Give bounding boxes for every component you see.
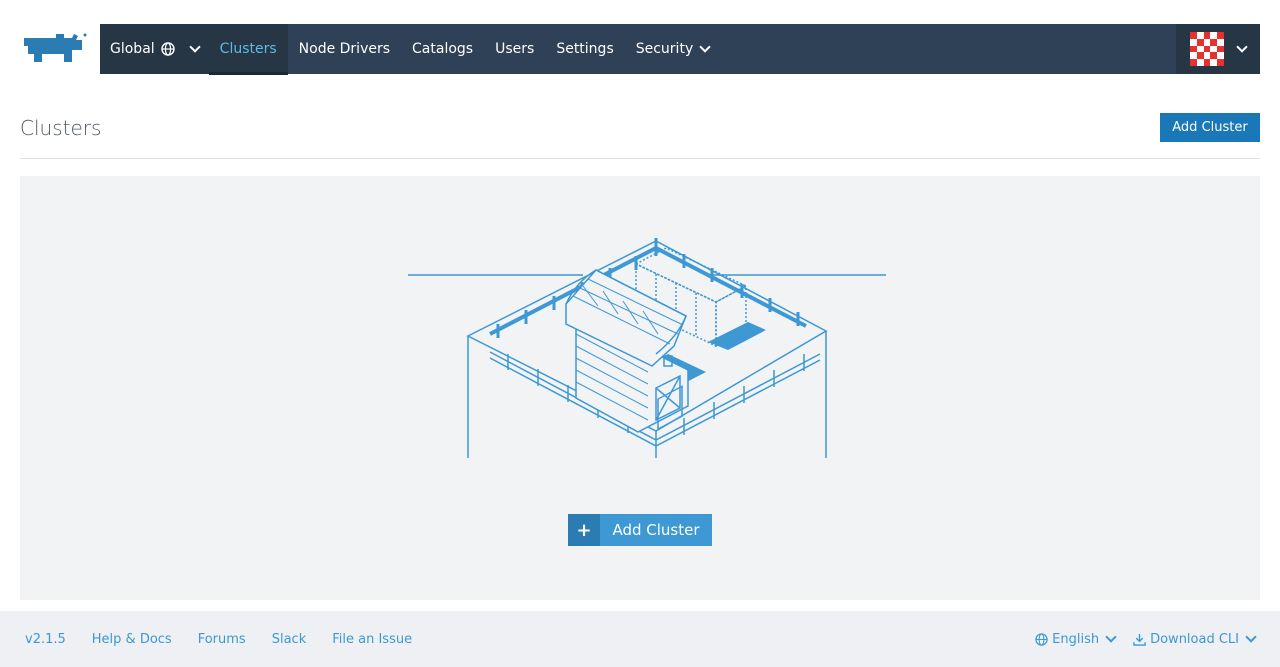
nav-node-drivers[interactable]: Node Drivers (288, 24, 401, 74)
chevron-down-icon (1236, 41, 1248, 53)
footer: v2.1.5 Help & Docs Forums Slack File an … (0, 611, 1280, 667)
chevron-down-icon (1245, 631, 1257, 643)
nav-users[interactable]: Users (484, 24, 545, 74)
nav-clusters[interactable]: Clusters (208, 24, 288, 75)
nav-catalogs-label: Catalogs (412, 41, 474, 57)
avatar (1190, 32, 1224, 66)
nav-security[interactable]: Security (625, 24, 721, 74)
user-menu[interactable] (1176, 24, 1260, 74)
scope-label: Global (110, 41, 155, 57)
page-header: Clusters Add Cluster (20, 104, 1260, 159)
app-header: Global Clusters Node Drivers Catalogs Us… (0, 0, 1280, 96)
nav-settings[interactable]: Settings (545, 24, 624, 74)
global-scope-selector[interactable]: Global (100, 24, 209, 74)
nav-settings-label: Settings (556, 41, 614, 57)
nav-node-drivers-label: Node Drivers (298, 41, 391, 57)
forums-link[interactable]: Forums (198, 632, 246, 647)
slack-link[interactable]: Slack (272, 632, 307, 647)
plus-icon: + (568, 514, 600, 546)
file-issue-link[interactable]: File an Issue (332, 632, 412, 647)
chevron-down-icon (699, 41, 711, 53)
nav-catalogs[interactable]: Catalogs (401, 24, 484, 74)
nav-users-label: Users (495, 41, 535, 57)
download-cli-menu[interactable]: Download CLI (1133, 631, 1257, 647)
chevron-down-icon (189, 41, 201, 53)
help-docs-link[interactable]: Help & Docs (92, 632, 172, 647)
version-link[interactable]: v2.1.5 (25, 632, 66, 647)
nav-security-label: Security (635, 41, 694, 57)
language-selector[interactable]: English (1035, 631, 1117, 647)
chevron-down-icon (1105, 631, 1117, 643)
language-label: English (1052, 631, 1100, 647)
rancher-logo-icon[interactable] (20, 32, 88, 66)
nav-clusters-label: Clusters (219, 41, 277, 57)
download-cli-label: Download CLI (1150, 631, 1239, 647)
add-cluster-empty-label: Add Cluster (612, 521, 700, 539)
add-cluster-button[interactable]: Add Cluster (1160, 113, 1260, 142)
globe-icon (1035, 632, 1048, 646)
add-cluster-empty-button[interactable]: + Add Cluster (568, 514, 712, 546)
empty-state-panel: + Add Cluster (20, 176, 1260, 600)
download-icon (1133, 633, 1146, 646)
top-navbar: Global Clusters Node Drivers Catalogs Us… (100, 24, 1260, 75)
page-title: Clusters (20, 116, 102, 140)
globe-icon (160, 42, 175, 56)
barn-illustration-icon (408, 238, 886, 458)
